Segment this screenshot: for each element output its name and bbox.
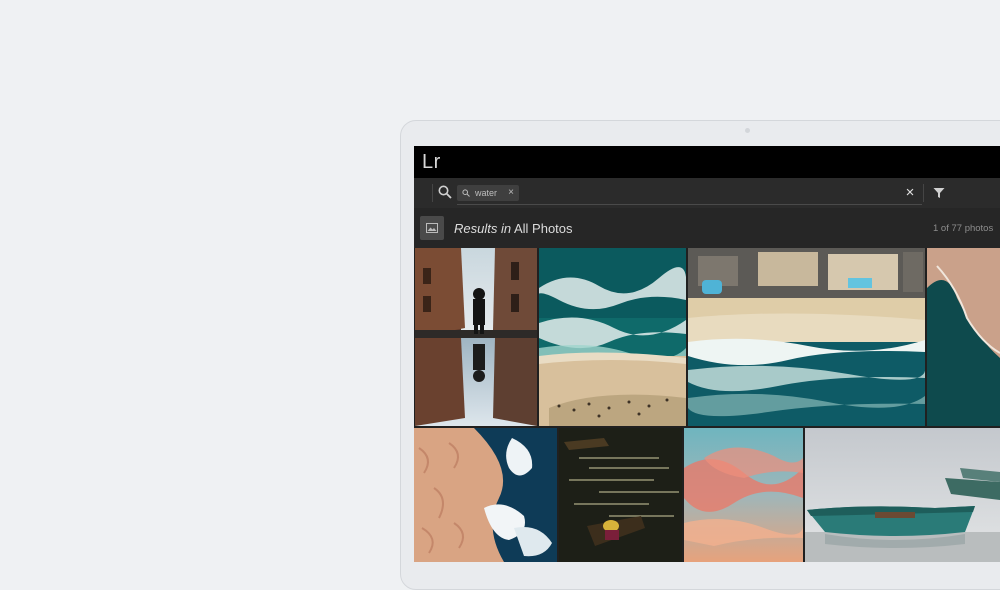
search-bar: water × ×	[414, 178, 1000, 208]
lightroom-window: Lr water × × Results in All Photos 1 of …	[414, 146, 1000, 562]
filter-icon[interactable]	[933, 187, 945, 199]
photo-aerial-sand-lake[interactable]	[414, 428, 557, 562]
results-header: Results in All Photos 1 of 77 photos	[414, 208, 1000, 248]
photo-sunset-sky[interactable]	[684, 428, 803, 562]
divider	[432, 184, 433, 202]
results-label: Results in	[454, 221, 512, 236]
album-icon[interactable]	[420, 216, 444, 240]
results-location: All Photos	[513, 221, 573, 236]
photo-aerial-waves[interactable]	[539, 248, 686, 426]
photo-aerial-cliff-sea[interactable]	[927, 248, 1000, 426]
title-bar: Lr	[414, 146, 1000, 178]
search-icon	[462, 189, 470, 197]
chip-close-icon[interactable]: ×	[508, 185, 514, 201]
photo-boat-dark-water[interactable]	[559, 428, 682, 562]
app-logo: Lr	[422, 151, 441, 173]
photo-count: 1 of 77 photos	[933, 223, 994, 234]
clear-search-icon[interactable]: ×	[904, 184, 916, 202]
divider	[923, 184, 924, 202]
camera-dot	[745, 128, 750, 133]
search-input-line[interactable]	[457, 204, 922, 205]
photo-street-reflection[interactable]	[415, 248, 537, 426]
search-icon[interactable]	[438, 185, 452, 199]
photo-boats-on-shore[interactable]	[805, 428, 1000, 562]
photo-aerial-resort-beach[interactable]	[688, 248, 925, 426]
photo-icon	[426, 223, 438, 233]
search-chip-label: water	[475, 188, 498, 198]
search-chip[interactable]: water ×	[457, 185, 520, 201]
results-title: Results in All Photos	[454, 221, 573, 236]
